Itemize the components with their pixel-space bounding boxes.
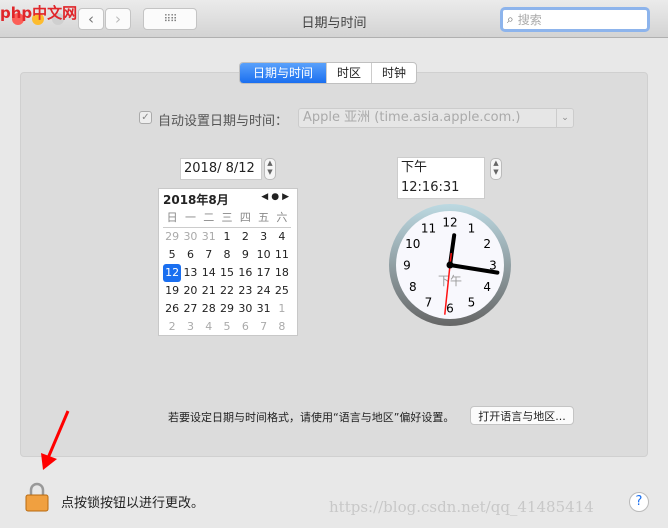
day-grid: 29 30 31 1 2 3 4 5 6 7 8 9 10 11 12 13 14 15 16 17 18 19 20 21 2… (163, 228, 291, 336)
help-button[interactable]: ? (629, 492, 649, 512)
auto-checkbox[interactable]: ✓ (139, 111, 152, 124)
clock-number: 5 (468, 296, 476, 310)
weekday-label: 六 (276, 211, 288, 224)
auto-label: 自动设置日期与时间： (158, 114, 289, 129)
time-field[interactable]: 下午12:16:31 (397, 157, 485, 199)
calendar-day[interactable]: 8 (273, 318, 291, 336)
clock-number: 7 (425, 296, 433, 310)
clock-number: 12 (442, 216, 457, 230)
calendar-day[interactable]: 14 (200, 264, 218, 282)
calendar-day[interactable]: 22 (218, 282, 236, 300)
calendar-day[interactable]: 29 (163, 228, 181, 246)
clock-number: 10 (405, 237, 420, 251)
calendar-day[interactable]: 7 (254, 318, 272, 336)
calendar-day[interactable]: 2 (163, 318, 181, 336)
next-month-icon[interactable]: ▶ (282, 192, 292, 202)
tab-clock[interactable]: 时钟 (372, 63, 416, 83)
calendar-header: 2018年8月 (163, 193, 229, 207)
search-input[interactable]: ⌕ 搜索 (500, 7, 650, 32)
lock-icon[interactable] (24, 482, 50, 512)
calendar-day[interactable]: 7 (200, 246, 218, 264)
weekday-label: 五 (258, 211, 270, 224)
calendar-day[interactable]: 31 (254, 300, 272, 318)
calendar-day[interactable]: 18 (273, 264, 291, 282)
calendar-day[interactable]: 5 (218, 318, 236, 336)
calendar-day[interactable]: 25 (273, 282, 291, 300)
weekday-label: 二 (203, 211, 215, 224)
clock-number: 4 (483, 280, 491, 294)
clock-number: 6 (446, 302, 454, 316)
clock-number: 1 (468, 221, 476, 235)
calendar-day[interactable]: 19 (163, 282, 181, 300)
clock-number: 8 (409, 280, 417, 294)
calendar-day[interactable]: 23 (236, 282, 254, 300)
calendar-day[interactable]: 15 (218, 264, 236, 282)
weekday-row: 日一二三四五六 (163, 209, 292, 228)
calendar-day[interactable]: 11 (273, 246, 291, 264)
calendar-day[interactable]: 28 (200, 300, 218, 318)
calendar-day[interactable]: 4 (273, 228, 291, 246)
calendar-day[interactable]: 27 (181, 300, 199, 318)
weekday-label: 三 (221, 211, 233, 224)
calendar-day[interactable]: 6 (236, 318, 254, 336)
calendar-day[interactable]: 16 (236, 264, 254, 282)
calendar-day[interactable]: 3 (254, 228, 272, 246)
weekday-label: 一 (184, 211, 196, 224)
date-field[interactable]: 2018/ 8/12 (180, 158, 262, 180)
clock-number: 11 (421, 221, 436, 235)
calendar-day[interactable]: 9 (236, 246, 254, 264)
title-bar: php中文网 ‹ › ⠿⠿ 日期与时间 ⌕ 搜索 (0, 0, 668, 38)
tab-date-time[interactable]: 日期与时间 (240, 63, 328, 83)
calendar-day[interactable]: 31 (200, 228, 218, 246)
clock-number: 9 (403, 259, 411, 273)
date-stepper[interactable]: ▲ ▼ (264, 158, 276, 180)
tab-bar: 日期与时间 时区 时钟 (239, 62, 418, 84)
content-panel (20, 72, 648, 457)
time-server-select[interactable]: Apple 亚洲 (time.asia.apple.com.) ⌄ (298, 108, 574, 128)
calendar-day[interactable]: 26 (163, 300, 181, 318)
calendar-day[interactable]: 12 (163, 264, 182, 282)
calendar-day[interactable]: 1 (218, 228, 236, 246)
format-hint: 若要设定日期与时间格式，请使用“语言与地区”偏好设置。 (168, 411, 455, 424)
calendar-day[interactable]: 30 (181, 228, 199, 246)
open-language-region-button[interactable]: 打开语言与地区... (470, 406, 574, 425)
annotation-arrow (41, 410, 70, 470)
today-icon[interactable]: ● (271, 192, 282, 202)
calendar-day[interactable]: 24 (254, 282, 272, 300)
calendar-day[interactable]: 1 (273, 300, 291, 318)
calendar-day[interactable]: 13 (181, 264, 199, 282)
chevron-down-icon: ⌄ (556, 109, 573, 127)
calendar-day[interactable]: 10 (254, 246, 272, 264)
prev-month-icon[interactable]: ◀ (261, 192, 271, 202)
analog-clock: 12 1234567891011 下午 (389, 204, 511, 326)
calendar-day[interactable]: 29 (218, 300, 236, 318)
calendar-day[interactable]: 30 (236, 300, 254, 318)
lock-text: 点按锁按钮以进行更改。 (61, 496, 205, 511)
clock-number: 2 (483, 237, 491, 251)
calendar-day[interactable]: 2 (236, 228, 254, 246)
watermark-url: https://blog.csdn.net/qq_41485414 (329, 498, 594, 516)
calendar-day[interactable]: 4 (200, 318, 218, 336)
tab-time-zone[interactable]: 时区 (327, 63, 373, 83)
calendar-day[interactable]: 21 (200, 282, 218, 300)
time-stepper[interactable]: ▲ ▼ (490, 158, 502, 180)
weekday-label: 日 (166, 211, 178, 224)
calendar-day[interactable]: 20 (181, 282, 199, 300)
calendar-day[interactable]: 3 (181, 318, 199, 336)
calendar-day[interactable]: 17 (254, 264, 272, 282)
calendar-day[interactable]: 6 (181, 246, 199, 264)
weekday-label: 四 (239, 211, 251, 224)
search-icon: ⌕ (507, 12, 514, 26)
calendar-day[interactable]: 5 (163, 246, 181, 264)
calendar-day[interactable]: 8 (218, 246, 236, 264)
calendar: 2018年8月 ◀●▶ 日一二三四五六 29 30 31 1 2 3 4 5 6 7 8 9 10 11 1… (158, 188, 298, 336)
clock-ampm: 下午 (438, 274, 462, 288)
clock-center (446, 261, 454, 269)
